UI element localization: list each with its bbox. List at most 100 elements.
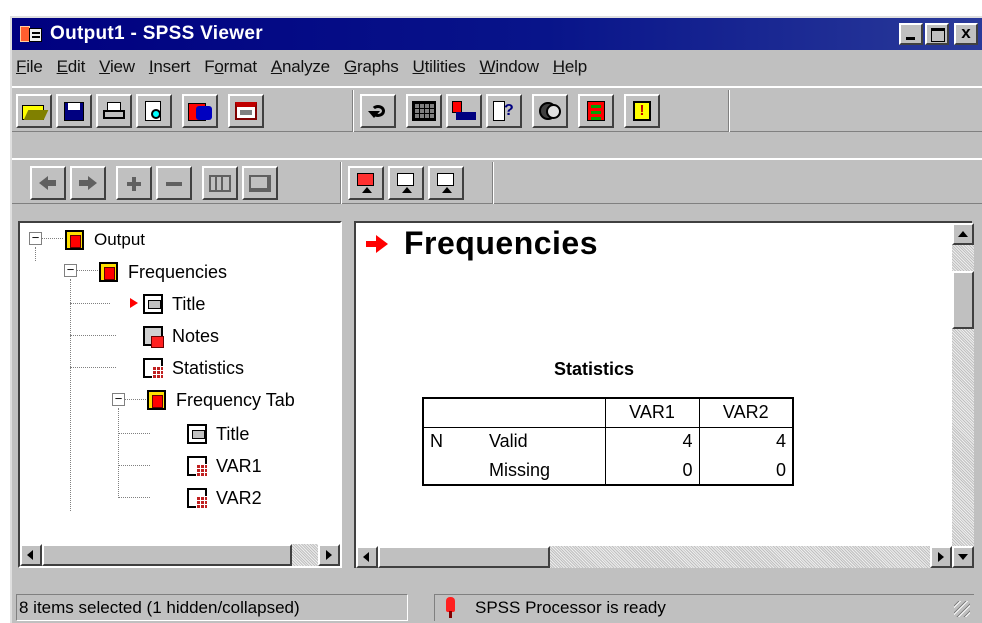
forward-button[interactable]	[70, 166, 106, 200]
menu-label-pre: F	[204, 57, 215, 76]
menu-help[interactable]: Help	[553, 57, 587, 77]
insert-title-button[interactable]	[388, 166, 424, 200]
scroll-right-icon[interactable]	[318, 544, 340, 566]
outline-expander-frequencies[interactable]: −	[64, 263, 77, 277]
outline-item-label: VAR1	[216, 455, 262, 476]
open-button[interactable]	[16, 94, 52, 128]
expand-button[interactable]	[116, 166, 152, 200]
menu-graphs[interactable]: Graphs	[344, 57, 399, 77]
menu-view[interactable]: View	[99, 57, 135, 77]
content-horizontal-scrollbar[interactable]	[356, 546, 952, 568]
collapse-button[interactable]	[156, 166, 192, 200]
export-button[interactable]	[182, 94, 218, 128]
outline-item-title[interactable]: Title	[142, 289, 205, 319]
book-icon	[146, 389, 168, 411]
table-cell: 4	[604, 427, 699, 456]
scroll-down-icon[interactable]	[952, 546, 974, 568]
scroll-thumb[interactable]	[42, 544, 292, 566]
outline-item-var1[interactable]: VAR1	[186, 451, 262, 481]
insert-heading-button[interactable]	[348, 166, 384, 200]
collapse-icon	[162, 173, 186, 193]
scroll-thumb[interactable]	[378, 546, 550, 568]
column-header: VAR1	[604, 398, 699, 428]
hide-icon	[248, 173, 272, 193]
data-editor-button[interactable]	[406, 94, 442, 128]
title-bar[interactable]: Output1 - SPSS Viewer x	[12, 18, 982, 50]
scroll-right-icon[interactable]	[930, 546, 952, 568]
main-toolbar: ? !	[12, 86, 982, 132]
undo-button[interactable]	[360, 94, 396, 128]
print-preview-button[interactable]	[136, 94, 172, 128]
output-heading[interactable]: Frequencies	[404, 225, 598, 262]
outline-item-var2[interactable]: VAR2	[186, 483, 262, 513]
outline-horizontal-scrollbar[interactable]	[20, 544, 340, 566]
spss-viewer-icon[interactable]	[20, 24, 44, 44]
menu-label-rest: iew	[109, 57, 135, 76]
menu-format[interactable]: Format	[204, 57, 257, 77]
outline-item-label: VAR2	[216, 487, 262, 508]
back-button[interactable]	[30, 166, 66, 200]
outline-item-notes[interactable]: Notes	[142, 321, 219, 351]
insert-heading-icon	[354, 173, 378, 193]
print-button[interactable]	[96, 94, 132, 128]
menu-mnemonic: U	[412, 57, 425, 76]
maximize-icon[interactable]	[925, 23, 949, 45]
scroll-left-icon[interactable]	[356, 546, 378, 568]
close-icon[interactable]: x	[954, 23, 978, 45]
outline-item-output[interactable]: Output	[64, 225, 145, 255]
table-page-icon	[186, 487, 208, 509]
row-group-label	[423, 456, 483, 485]
table-corner-cell	[483, 398, 605, 428]
scroll-up-icon[interactable]	[952, 223, 974, 245]
menu-mnemonic: o	[214, 57, 224, 76]
save-button[interactable]	[56, 94, 92, 128]
menu-edit[interactable]: Edit	[57, 57, 86, 77]
menu-label-rest: rmat	[223, 57, 257, 76]
outline-toolbar	[12, 158, 982, 204]
outline-item-label: Notes	[172, 325, 220, 346]
run-script-button[interactable]	[578, 94, 614, 128]
insert-text-button[interactable]	[428, 166, 464, 200]
processor-status-text: SPSS Processor is ready	[475, 598, 666, 617]
minimize-icon[interactable]	[899, 23, 923, 45]
outline-item-title[interactable]: Title	[186, 419, 249, 449]
menu-window[interactable]: Window	[480, 57, 539, 77]
outline-expander-output[interactable]: −	[29, 231, 42, 245]
menu-utilities[interactable]: Utilities	[413, 57, 466, 77]
scroll-left-icon[interactable]	[20, 544, 42, 566]
book-icon	[64, 229, 86, 251]
insert-title-icon	[394, 173, 418, 193]
show-button[interactable]	[202, 166, 238, 200]
table-cell: 4	[698, 427, 793, 456]
menu-file[interactable]: File	[16, 57, 43, 77]
scroll-thumb[interactable]	[952, 271, 974, 329]
undo-icon	[366, 101, 390, 121]
outline-item-frequencies[interactable]: Frequencies	[98, 257, 227, 287]
variables-button[interactable]: ?	[486, 94, 522, 128]
content-vertical-scrollbar[interactable]	[952, 223, 974, 568]
recall-dialog-icon	[234, 101, 258, 121]
back-icon	[36, 173, 60, 193]
goto-case-button[interactable]	[446, 94, 482, 128]
title-page-icon	[142, 293, 164, 315]
content-pane[interactable]: Frequencies Statistics VAR1 VAR2 N Valid…	[354, 221, 972, 568]
open-icon	[22, 101, 49, 121]
statistics-caption[interactable]: Statistics	[554, 359, 634, 380]
menu-label-rest: ile	[26, 57, 43, 76]
row-label: Missing	[489, 459, 551, 480]
table-page-icon	[142, 357, 164, 379]
outline-item-frequency-tab[interactable]: Frequency Tab	[146, 385, 295, 415]
resize-grip-icon[interactable]	[954, 601, 970, 617]
outline-pane[interactable]: − − − Output Frequencies Title Notes Sta…	[18, 221, 342, 568]
menu-label-rest: raphs	[356, 57, 399, 76]
outline-item-label: Output	[94, 230, 146, 249]
outline-expander-frequency-tab[interactable]: −	[112, 392, 125, 406]
hide-button[interactable]	[242, 166, 278, 200]
designate-window-button[interactable]: !	[624, 94, 660, 128]
use-sets-button[interactable]	[532, 94, 568, 128]
statistics-table[interactable]: VAR1 VAR2 N Valid 4 4 Missing 0 0	[422, 397, 794, 486]
outline-item-statistics[interactable]: Statistics	[142, 353, 244, 383]
menu-analyze[interactable]: Analyze	[271, 57, 330, 77]
menu-insert[interactable]: Insert	[149, 57, 191, 77]
recall-dialog-button[interactable]	[228, 94, 264, 128]
